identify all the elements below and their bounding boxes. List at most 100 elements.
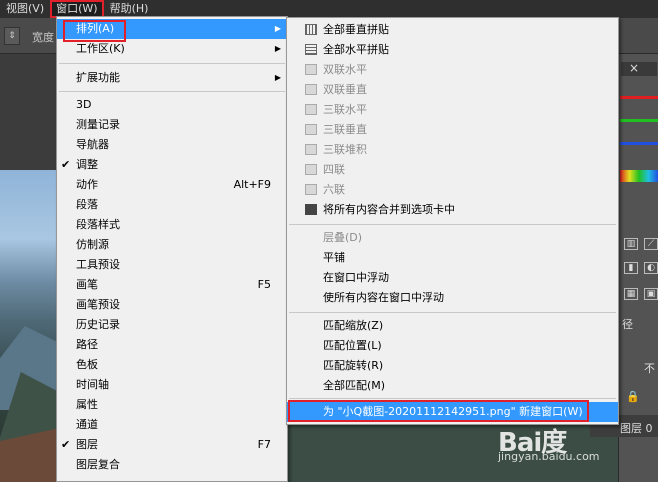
menu-item-label: 工具预设	[76, 258, 120, 271]
menu-item-label: 全部垂直拼贴	[323, 23, 389, 36]
menu-separator	[59, 91, 285, 92]
menu-item-3d[interactable]: 3D	[57, 95, 287, 115]
menu-item-extensions[interactable]: 扩展功能 ▶	[57, 68, 287, 88]
lock-icon[interactable]: 🔒	[626, 390, 640, 403]
menu-view[interactable]: 视图(V)	[0, 0, 50, 18]
menu-item-float-in-window[interactable]: 在窗口中浮动	[287, 268, 618, 288]
menu-item-workspace[interactable]: 工作区(K) ▶	[57, 39, 287, 59]
menu-item-label: 路径	[76, 338, 98, 351]
levels-icon[interactable]: ▮	[624, 262, 638, 274]
2-up-vertical-icon	[305, 84, 317, 95]
menu-item-history[interactable]: 历史记录	[57, 315, 287, 335]
menu-item-navigator[interactable]: 导航器	[57, 135, 287, 155]
menu-separator	[289, 312, 616, 313]
menu-item-timeline[interactable]: 时间轴	[57, 375, 287, 395]
6-up-icon	[305, 184, 317, 195]
menu-item-label: 层叠(D)	[323, 231, 363, 244]
menu-item-label: 时间轴	[76, 378, 109, 391]
menu-item-label: 使所有内容在窗口中浮动	[323, 291, 444, 304]
menu-item-match-location[interactable]: 匹配位置(L)	[287, 336, 618, 356]
color-spectrum[interactable]	[620, 170, 658, 182]
menu-item-3-up-horizontal[interactable]: 三联水平	[287, 100, 618, 120]
menu-item-2-up-horizontal[interactable]: 双联水平	[287, 60, 618, 80]
menu-item-3-up-vertical[interactable]: 三联垂直	[287, 120, 618, 140]
menu-item-paths[interactable]: 路径	[57, 335, 287, 355]
gradient-map-icon[interactable]: ▦	[624, 288, 638, 300]
menu-item-float-all-in-windows[interactable]: 使所有内容在窗口中浮动	[287, 288, 618, 308]
menu-item-cascade[interactable]: 层叠(D)	[287, 228, 618, 248]
watermark-url: jingyan.baidu.com	[498, 450, 600, 463]
menu-item-actions[interactable]: 动作 Alt+F9	[57, 175, 287, 195]
menu-separator	[289, 398, 616, 399]
arrange-submenu: 全部垂直拼贴 全部水平拼贴 双联水平 双联垂直 三联水平 三联垂直 三联堆积 四…	[286, 17, 619, 425]
menu-item-paragraph[interactable]: 段落	[57, 195, 287, 215]
menu-item-arrange[interactable]: 排列(A) ▶	[57, 19, 287, 39]
shortcut-label: Alt+F9	[233, 178, 271, 191]
menu-item-consolidate-all-to-tabs[interactable]: 将所有内容合并到选项卡中	[287, 200, 618, 220]
layer-name[interactable]: 图层 0	[620, 420, 653, 436]
adjustment-icon[interactable]: ▥	[624, 238, 638, 250]
checkmark-icon: ✔	[61, 158, 71, 171]
checkmark-icon: ✔	[61, 438, 71, 451]
menu-item-2-up-vertical[interactable]: 双联垂直	[287, 80, 618, 100]
menu-item-label: 三联水平	[323, 103, 367, 116]
menu-item-paragraph-styles[interactable]: 段落样式	[57, 215, 287, 235]
mask-icon[interactable]: ◐	[644, 262, 658, 274]
menu-item-label: 属性	[76, 398, 98, 411]
menu-item-adjustments[interactable]: ✔ 调整	[57, 155, 287, 175]
submenu-arrow-icon: ▶	[274, 44, 281, 53]
menu-item-label: 六联	[323, 183, 345, 196]
menu-separator	[289, 224, 616, 225]
menu-item-match-zoom[interactable]: 匹配缩放(Z)	[287, 316, 618, 336]
2-up-horizontal-icon	[305, 64, 317, 75]
menu-item-label: 双联垂直	[323, 83, 367, 96]
menu-item-tile-all-horizontally[interactable]: 全部水平拼贴	[287, 40, 618, 60]
menu-item-3-up-stacked[interactable]: 三联堆积	[287, 140, 618, 160]
menu-item-label: 匹配旋转(R)	[323, 359, 384, 372]
menu-item-label: 匹配位置(L)	[323, 339, 382, 352]
menu-item-clone-source[interactable]: 仿制源	[57, 235, 287, 255]
menu-item-label: 在窗口中浮动	[323, 271, 389, 284]
menu-item-brush[interactable]: 画笔 F5	[57, 275, 287, 295]
menu-item-label: 测量记录	[76, 118, 120, 131]
curves-icon[interactable]: ⟋	[644, 238, 658, 250]
menu-item-label: 工作区(K)	[76, 42, 125, 55]
menu-item-layers[interactable]: ✔ 图层 F7	[57, 435, 287, 455]
menu-item-properties[interactable]: 属性	[57, 395, 287, 415]
menu-item-label: 平铺	[323, 251, 345, 264]
up-down-arrows-icon[interactable]: ⇕	[4, 27, 20, 45]
menu-item-tile-all-vertically[interactable]: 全部垂直拼贴	[287, 20, 618, 40]
menu-item-tile[interactable]: 平铺	[287, 248, 618, 268]
blend-mode-select[interactable]: 不	[644, 360, 655, 376]
menu-item-swatches[interactable]: 色板	[57, 355, 287, 375]
menu-item-label: 段落	[76, 198, 98, 211]
menu-item-label: 历史记录	[76, 318, 120, 331]
menu-item-layer-comps[interactable]: 图层复合	[57, 455, 287, 475]
blue-slider-bar[interactable]	[620, 142, 658, 145]
submenu-arrow-icon: ▶	[274, 73, 281, 82]
menu-item-match-all[interactable]: 全部匹配(M)	[287, 376, 618, 396]
menu-item-label: 导航器	[76, 138, 109, 151]
menu-item-measurement-log[interactable]: 测量记录	[57, 115, 287, 135]
menu-item-label: 仿制源	[76, 238, 109, 251]
red-slider-bar[interactable]	[620, 96, 658, 99]
menu-item-label: 三联堆积	[323, 143, 367, 156]
menu-item-label: 全部匹配(M)	[323, 379, 386, 392]
menu-item-label: 匹配缩放(Z)	[323, 319, 384, 332]
shortcut-label: F5	[257, 278, 271, 291]
menu-item-match-rotation[interactable]: 匹配旋转(R)	[287, 356, 618, 376]
3-up-vertical-icon	[305, 124, 317, 135]
menu-item-channels[interactable]: 通道	[57, 415, 287, 435]
menu-item-6-up[interactable]: 六联	[287, 180, 618, 200]
menu-item-brush-presets[interactable]: 画笔预设	[57, 295, 287, 315]
menu-item-4-up[interactable]: 四联	[287, 160, 618, 180]
close-icon[interactable]: ×	[628, 62, 640, 74]
photo-filter-icon[interactable]: ▣	[644, 288, 658, 300]
menu-item-label: 排列(A)	[76, 22, 115, 35]
menu-item-tool-presets[interactable]: 工具预设	[57, 255, 287, 275]
green-slider-bar[interactable]	[620, 119, 658, 122]
menu-item-new-window[interactable]: 为 "小Q截图-20201112142951.png" 新建窗口(W)	[287, 402, 618, 422]
shortcut-label: F7	[257, 438, 271, 451]
menu-item-label: 将所有内容合并到选项卡中	[323, 203, 455, 216]
panel-tab-paths[interactable]: 径	[622, 316, 633, 332]
